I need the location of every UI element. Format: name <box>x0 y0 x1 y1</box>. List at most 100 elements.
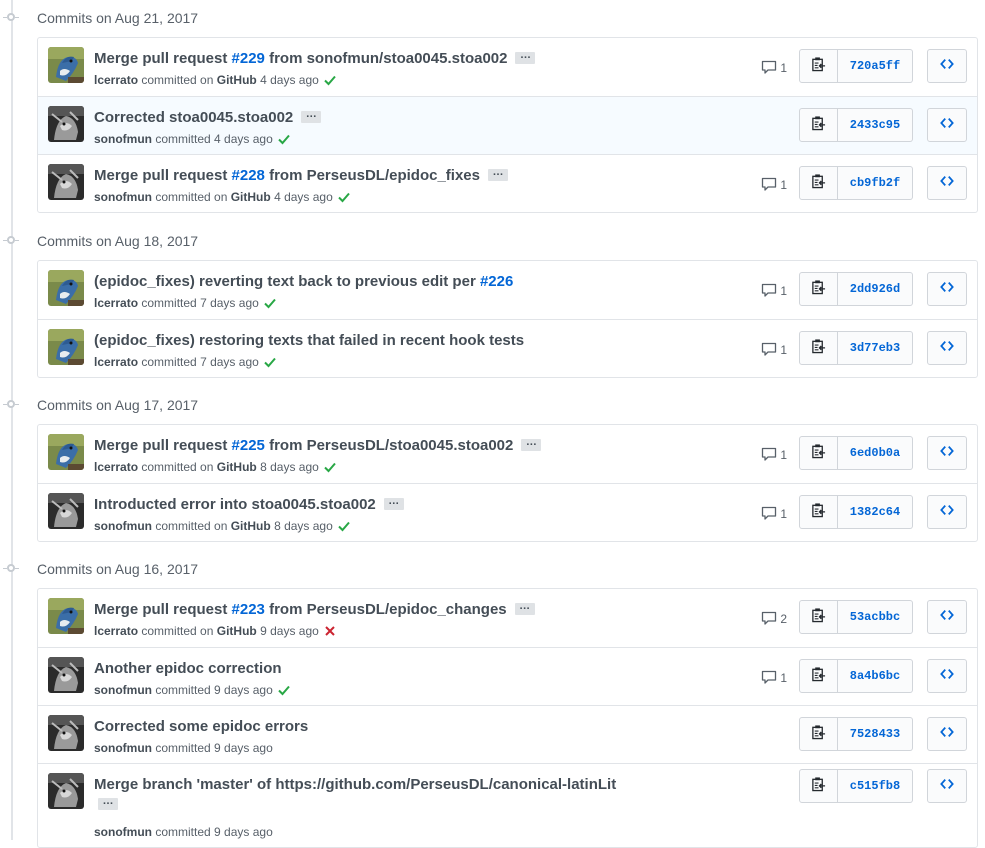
commit-message-link[interactable]: from PerseusDL/epidoc_changes <box>265 601 507 618</box>
author-avatar[interactable] <box>48 164 84 200</box>
expand-description-button[interactable]: … <box>514 600 535 615</box>
commit-message-link[interactable]: Corrected some epidoc errors <box>94 718 308 735</box>
copy-sha-button[interactable] <box>799 49 838 83</box>
author-link[interactable]: sonofmun <box>94 741 152 755</box>
commit-sha-link[interactable]: cb9fb2f <box>838 166 913 200</box>
browse-repo-button[interactable] <box>927 495 967 529</box>
author-link[interactable]: sonofmun <box>94 132 152 146</box>
author-avatar[interactable] <box>48 434 84 470</box>
commit-message-link[interactable]: Merge pull request <box>94 167 232 184</box>
commit-sha-link[interactable]: 8a4b6bc <box>838 659 913 693</box>
author-link[interactable]: sonofmun <box>94 190 152 204</box>
copy-sha-button[interactable] <box>799 331 838 365</box>
commit-sha-link[interactable]: 53acbbc <box>838 600 913 634</box>
author-link[interactable]: lcerrato <box>94 355 138 369</box>
commit-sha-link[interactable]: 6ed0b0a <box>838 436 913 470</box>
copy-sha-button[interactable] <box>799 600 838 634</box>
author-avatar[interactable] <box>48 329 84 365</box>
copy-sha-button[interactable] <box>799 769 838 803</box>
browse-repo-button[interactable] <box>927 108 967 142</box>
commit-message-link[interactable]: Another epidoc correction <box>94 660 282 677</box>
commit-sha-link[interactable]: 2433c95 <box>838 108 913 142</box>
comment-count[interactable]: 1 <box>761 176 787 192</box>
author-avatar[interactable] <box>48 715 84 751</box>
browse-repo-button[interactable] <box>927 769 967 803</box>
author-link[interactable]: sonofmun <box>94 683 152 697</box>
commit-sha-link[interactable]: 7528433 <box>838 717 913 751</box>
comment-count[interactable]: 1 <box>761 446 787 462</box>
commit-sha-link[interactable]: 720a5ff <box>838 49 913 83</box>
x-icon[interactable] <box>323 624 337 638</box>
copy-sha-button[interactable] <box>799 436 838 470</box>
commit-message-link[interactable]: (epidoc_fixes) reverting text back to pr… <box>94 273 480 290</box>
pull-request-link[interactable]: #226 <box>480 273 513 290</box>
check-icon[interactable] <box>323 73 337 87</box>
author-link[interactable]: lcerrato <box>94 460 138 474</box>
check-icon[interactable] <box>263 355 277 369</box>
commit-sha-link[interactable]: 3d77eb3 <box>838 331 913 365</box>
pull-request-link[interactable]: #225 <box>232 437 265 454</box>
copy-sha-button[interactable] <box>799 108 838 142</box>
author-avatar[interactable] <box>48 773 84 809</box>
browse-repo-button[interactable] <box>927 331 967 365</box>
commit-sha-link[interactable]: 1382c64 <box>838 495 913 529</box>
commit-message-link[interactable]: (epidoc_fixes) restoring texts that fail… <box>94 332 524 349</box>
author-link[interactable]: lcerrato <box>94 624 138 638</box>
copy-sha-button[interactable] <box>799 659 838 693</box>
browse-repo-button[interactable] <box>927 49 967 83</box>
expand-description-button[interactable]: … <box>521 436 542 451</box>
browse-repo-button[interactable] <box>927 600 967 634</box>
pull-request-link[interactable]: #223 <box>232 601 265 618</box>
author-link[interactable]: sonofmun <box>94 825 152 839</box>
author-link[interactable]: lcerrato <box>94 296 138 310</box>
check-icon[interactable] <box>277 132 291 146</box>
pull-request-link[interactable]: #228 <box>232 167 265 184</box>
committed-label: committed <box>141 355 197 369</box>
commit-message-link[interactable]: from PerseusDL/epidoc_fixes <box>265 167 480 184</box>
expand-description-button[interactable]: … <box>487 166 508 181</box>
commit-message-link[interactable]: Merge branch 'master' of https://github.… <box>94 776 616 793</box>
copy-sha-button[interactable] <box>799 166 838 200</box>
commit-message-link[interactable]: Merge pull request <box>94 50 232 67</box>
author-link[interactable]: lcerrato <box>94 73 138 87</box>
commit-message-link[interactable]: Merge pull request <box>94 437 232 454</box>
pull-request-link[interactable]: #229 <box>232 50 265 67</box>
commit-message-link[interactable]: Corrected stoa0045.stoa002 <box>94 109 293 126</box>
check-icon[interactable] <box>323 460 337 474</box>
commit-message-link[interactable]: Introducted error into stoa0045.stoa002 <box>94 496 376 513</box>
copy-sha-button[interactable] <box>799 272 838 306</box>
check-icon[interactable] <box>337 519 351 533</box>
commit-message-link[interactable]: from PerseusDL/stoa0045.stoa002 <box>265 437 513 454</box>
check-icon[interactable] <box>277 683 291 697</box>
author-avatar[interactable] <box>48 270 84 306</box>
commit-sha-link[interactable]: c515fb8 <box>838 769 913 803</box>
comment-count[interactable]: 1 <box>761 505 787 521</box>
author-avatar[interactable] <box>48 657 84 693</box>
browse-repo-button[interactable] <box>927 436 967 470</box>
comment-count[interactable]: 1 <box>761 59 787 75</box>
author-avatar[interactable] <box>48 47 84 83</box>
browse-repo-button[interactable] <box>927 272 967 306</box>
check-icon[interactable] <box>263 296 277 310</box>
browse-repo-button[interactable] <box>927 166 967 200</box>
expand-description-button[interactable]: … <box>515 49 536 64</box>
expand-description-button[interactable]: … <box>383 495 404 510</box>
commit-sha-link[interactable]: 2dd926d <box>838 272 913 306</box>
author-avatar[interactable] <box>48 106 84 142</box>
author-avatar[interactable] <box>48 598 84 634</box>
author-avatar[interactable] <box>48 493 84 529</box>
copy-sha-button[interactable] <box>799 717 838 751</box>
copy-sha-button[interactable] <box>799 495 838 529</box>
browse-repo-button[interactable] <box>927 717 967 751</box>
commit-message-link[interactable]: Merge pull request <box>94 601 232 618</box>
expand-description-button[interactable]: … <box>98 796 118 810</box>
comment-count[interactable]: 1 <box>761 669 787 685</box>
comment-count[interactable]: 1 <box>761 282 787 298</box>
browse-repo-button[interactable] <box>927 659 967 693</box>
commit-message-link[interactable]: from sonofmun/stoa0045.stoa002 <box>265 50 507 67</box>
comment-count[interactable]: 2 <box>761 610 787 626</box>
comment-count[interactable]: 1 <box>761 341 787 357</box>
expand-description-button[interactable]: … <box>301 108 322 123</box>
check-icon[interactable] <box>337 190 351 204</box>
author-link[interactable]: sonofmun <box>94 519 152 533</box>
